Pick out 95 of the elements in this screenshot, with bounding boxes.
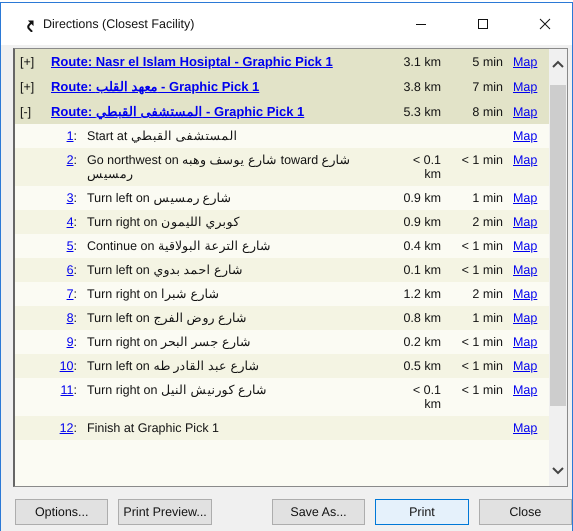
step-number-link[interactable]: 10 xyxy=(60,359,74,373)
time-text: 7 min xyxy=(471,80,503,94)
map-link[interactable]: Map xyxy=(503,287,549,301)
map-link[interactable]: Map xyxy=(503,55,549,69)
distance-text: 0.5 km xyxy=(403,359,441,373)
step-number-link[interactable]: 6 xyxy=(66,263,74,277)
time-text: 2 min xyxy=(472,215,503,229)
distance-text: < 0.1 km xyxy=(412,383,441,411)
step-text: Start at المستشفى القبطي xyxy=(87,129,238,143)
dialog-button[interactable]: Save As... xyxy=(272,499,366,525)
step-text: Turn left on شارع عبد القادر طه xyxy=(87,359,261,373)
map-link[interactable]: Map xyxy=(503,263,549,277)
colon-text: : xyxy=(74,311,77,325)
step-text: Turn left on شارع رمسيس xyxy=(87,191,233,205)
expand-toggle[interactable]: [+] xyxy=(15,55,51,69)
step-text: Finish at Graphic Pick 1 xyxy=(87,421,220,435)
distance-text: 3.8 km xyxy=(402,80,441,94)
step-text: Turn left on شارع احمد بدوي xyxy=(87,263,244,277)
colon-text: : xyxy=(74,287,77,301)
colon-text: : xyxy=(74,153,77,167)
route-link[interactable]: Route: معهد القلب - Graphic Pick 1 xyxy=(51,80,391,94)
step-number-link[interactable]: 7 xyxy=(66,287,74,301)
time-text: < 1 min xyxy=(462,335,503,349)
step-text: Turn left on شارع روض الفرج xyxy=(87,311,248,325)
distance-text: 0.2 km xyxy=(403,335,441,349)
step-number-link[interactable]: 1 xyxy=(66,129,74,143)
map-link[interactable]: Map xyxy=(503,80,549,94)
colon-text: : xyxy=(74,239,77,253)
time-text: < 1 min xyxy=(462,263,503,277)
step-number-link[interactable]: 3 xyxy=(66,191,74,205)
map-link[interactable]: Map xyxy=(503,335,549,349)
distance-text: 0.8 km xyxy=(403,311,441,325)
dialog-button[interactable]: Options... xyxy=(15,499,108,525)
map-link[interactable]: Map xyxy=(503,191,549,205)
distance-text: 0.9 km xyxy=(403,191,441,205)
distance-text: 1.2 km xyxy=(403,287,441,301)
dialog-button[interactable]: Close xyxy=(478,499,572,525)
expand-toggle[interactable]: [+] xyxy=(15,80,51,94)
distance-text: 3.1 km xyxy=(402,55,441,69)
distance-text: 0.9 km xyxy=(403,215,441,229)
colon-text: : xyxy=(74,421,77,435)
colon-text: : xyxy=(74,191,77,205)
map-link[interactable]: Map xyxy=(503,311,549,325)
map-link[interactable]: Map xyxy=(503,153,549,167)
step-number-link[interactable]: 2 xyxy=(66,153,74,167)
step-number-link[interactable]: 5 xyxy=(66,239,74,253)
colon-text: : xyxy=(74,129,77,143)
route-link[interactable]: Route: Nasr el Islam Hosiptal - Graphic Pick 1 xyxy=(51,55,391,69)
step-text: Turn right on شارع كورنيش النيل xyxy=(87,383,268,397)
step-number-link[interactable]: 8 xyxy=(66,311,74,325)
step-text: Continue on شارع الترعة البولاقية xyxy=(87,239,272,253)
distance-text: 0.4 km xyxy=(403,239,441,253)
scroll-down-icon[interactable] xyxy=(551,466,565,476)
step-text: Turn right on شارع جسر البحر xyxy=(87,335,252,349)
step-number-link[interactable]: 11 xyxy=(60,383,74,397)
scroll-up-icon[interactable] xyxy=(551,59,565,69)
colon-text: : xyxy=(74,335,77,349)
time-text: 1 min xyxy=(472,311,503,325)
colon-text: : xyxy=(74,263,77,277)
distance-text: 5.3 km xyxy=(402,105,441,119)
scrollbar[interactable] xyxy=(549,49,567,486)
time-text: < 1 min xyxy=(462,359,503,373)
colon-text: : xyxy=(74,215,77,229)
map-link[interactable]: Map xyxy=(503,359,549,373)
map-link[interactable]: Map xyxy=(503,105,549,119)
window-title: Directions (Closest Facility) xyxy=(43,17,194,31)
scroll-thumb[interactable] xyxy=(550,85,566,406)
time-text: < 1 min xyxy=(462,383,503,397)
colon-text: : xyxy=(74,383,77,397)
maximize-icon[interactable] xyxy=(477,18,489,30)
time-text: 1 min xyxy=(472,191,503,205)
map-link[interactable]: Map xyxy=(503,421,549,435)
time-text: 8 min xyxy=(471,105,503,119)
step-text: Go northwest on شارع يوسف وهبه toward شارع رمسيس xyxy=(87,153,352,181)
distance-text: < 0.1 km xyxy=(412,153,441,181)
map-link[interactable]: Map xyxy=(503,383,549,397)
time-text: 2 min xyxy=(472,287,503,301)
expand-toggle[interactable]: [-] xyxy=(15,105,51,119)
map-link[interactable]: Map xyxy=(503,129,549,143)
step-text: Turn right on شارع شبرا xyxy=(87,287,220,301)
map-link[interactable]: Map xyxy=(503,239,549,253)
step-number-link[interactable]: 4 xyxy=(66,215,74,229)
colon-text: : xyxy=(74,359,77,373)
step-number-link[interactable]: 9 xyxy=(66,335,74,349)
distance-text: 0.1 km xyxy=(403,263,441,277)
time-text: < 1 min xyxy=(462,153,503,167)
step-text: Turn right on كوبري الليمون xyxy=(87,215,240,229)
map-link[interactable]: Map xyxy=(503,215,549,229)
route-link[interactable]: Route: المستشفى القبطي - Graphic Pick 1 xyxy=(51,105,391,119)
step-number-link[interactable]: 12 xyxy=(60,421,74,435)
close-icon[interactable] xyxy=(539,18,551,30)
time-text: 5 min xyxy=(471,55,503,69)
dialog-button[interactable]: Print Preview... xyxy=(118,499,212,525)
dialog-button[interactable]: Print xyxy=(375,499,469,525)
time-text: < 1 min xyxy=(462,239,503,253)
